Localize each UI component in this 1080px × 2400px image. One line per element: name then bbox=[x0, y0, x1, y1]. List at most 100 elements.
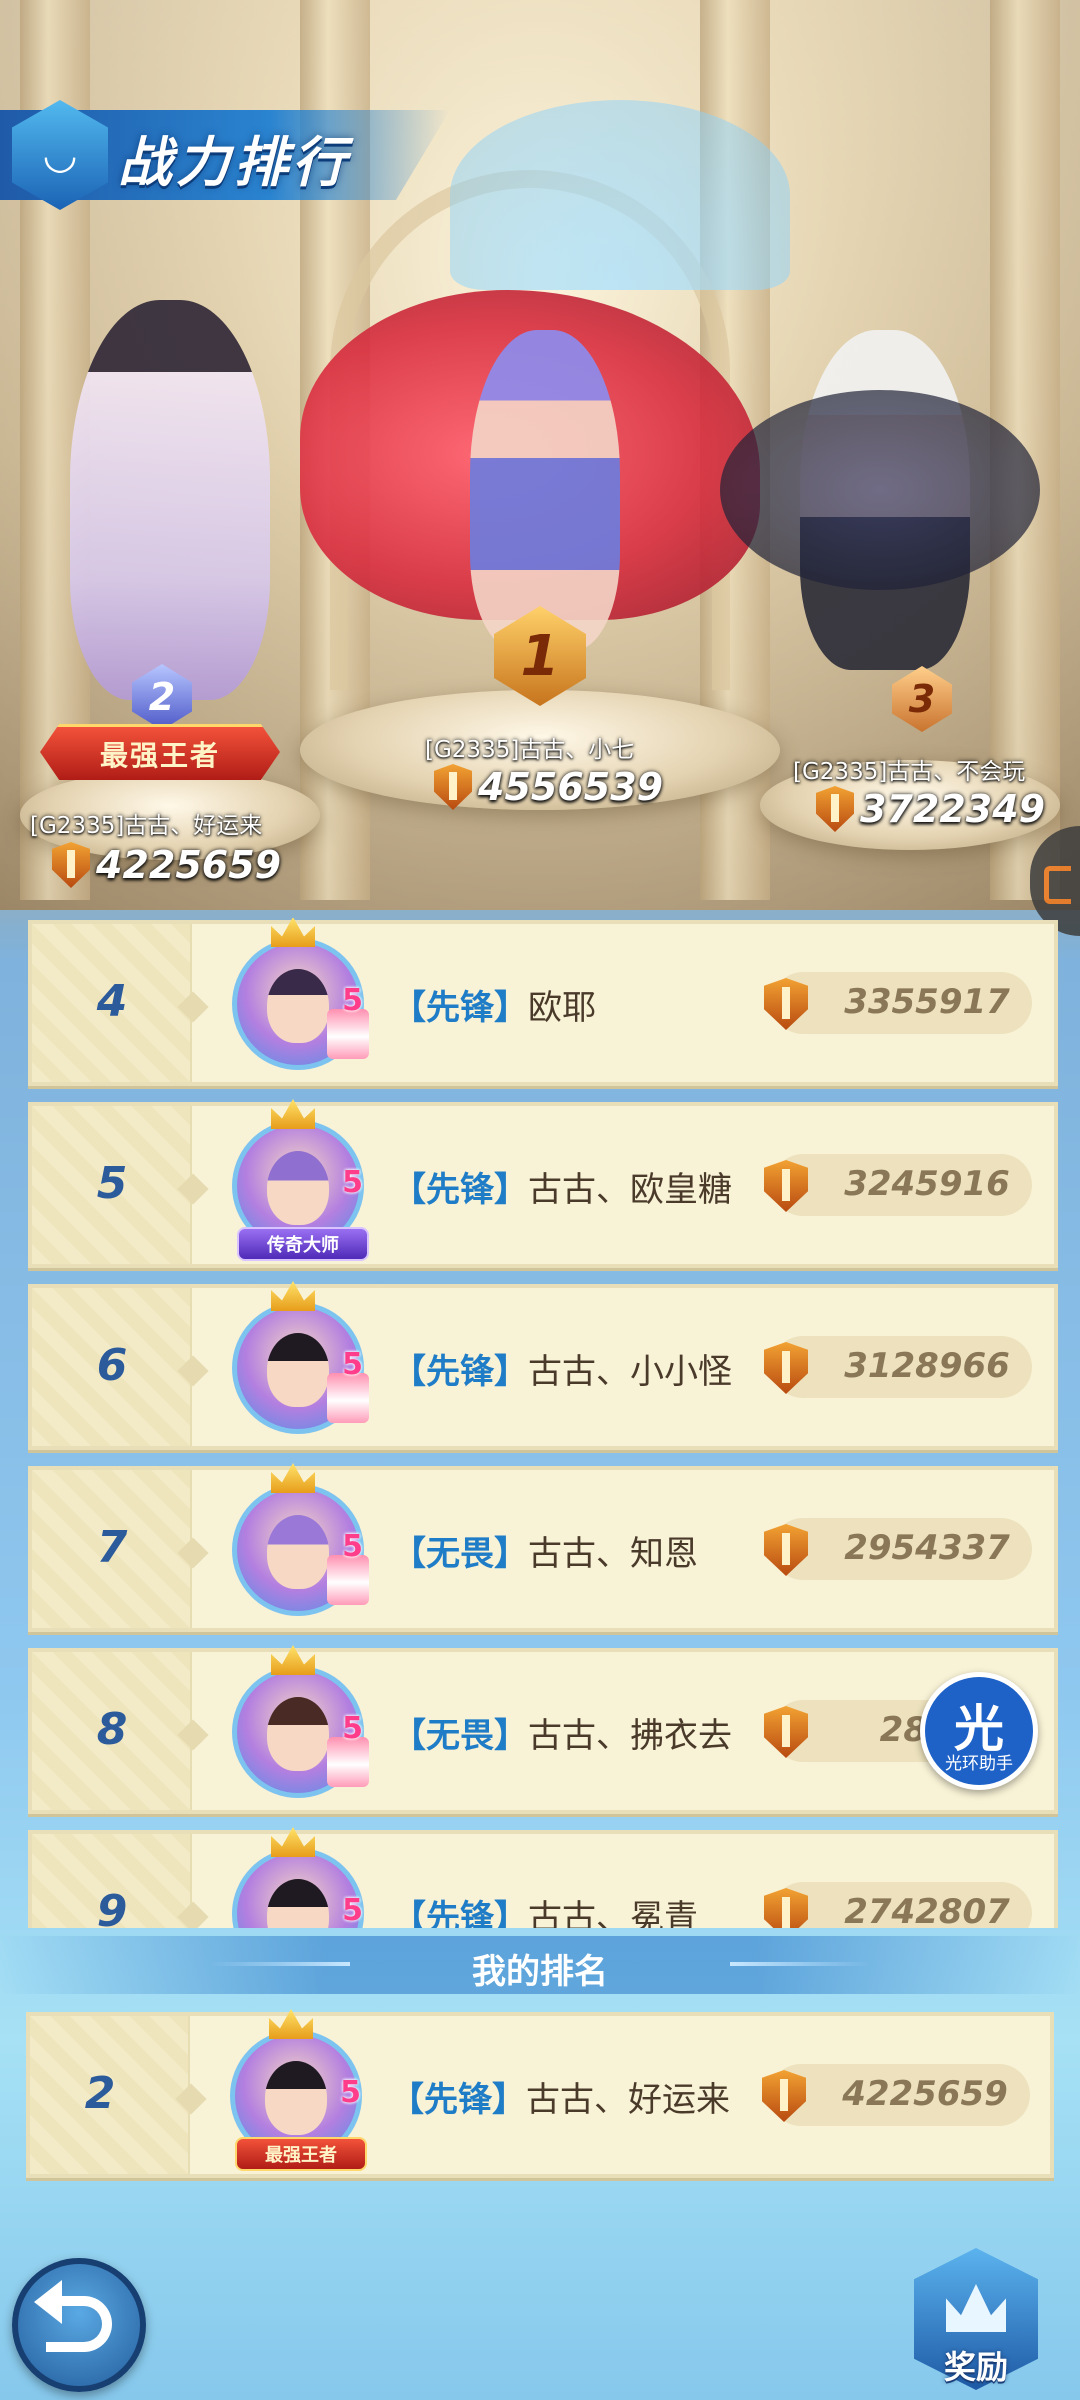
power-pill: 3355917 bbox=[764, 972, 1032, 1034]
power-shield-icon bbox=[764, 978, 808, 1030]
back-arrow-head-icon bbox=[34, 2280, 62, 2324]
level-badge: 5 bbox=[342, 983, 363, 1018]
faction-label: 【先锋】 bbox=[390, 2080, 526, 2120]
level-badge: 5 bbox=[342, 1165, 363, 1200]
player-name-text: 欧耶 bbox=[528, 988, 596, 1028]
crown-icon bbox=[269, 2009, 313, 2039]
avatar[interactable]: 5 bbox=[232, 1645, 369, 1798]
avatar-face bbox=[267, 1515, 329, 1589]
player-name-text: 古古、欧皇糖 bbox=[528, 1170, 732, 1210]
power-shield-icon bbox=[816, 786, 854, 832]
player-name: 【先锋】古古、好运来 bbox=[390, 2072, 730, 2121]
wings-decoration bbox=[720, 390, 1040, 590]
avatar[interactable]: 5 bbox=[232, 1463, 369, 1616]
strongest-king-badge: 最强王者 bbox=[235, 2137, 367, 2171]
rank-number: 2 bbox=[84, 2068, 116, 2119]
player-name: 【先锋】古古、冕青 bbox=[392, 1890, 698, 1928]
podium-rank-1-power: 4556539 bbox=[434, 764, 663, 810]
rank-number: 5 bbox=[96, 1158, 128, 1209]
table-row[interactable]: 7 5 【无畏】古古、知恩 2954337 bbox=[28, 1463, 1058, 1632]
avatar[interactable]: 5 bbox=[232, 1281, 369, 1434]
power-value: 3355917 bbox=[844, 982, 1010, 1022]
power-shield-icon bbox=[764, 1706, 808, 1758]
avatar[interactable]: 5 bbox=[232, 918, 369, 1070]
podium-rank-3-power-value: 3722349 bbox=[860, 787, 1046, 831]
table-row[interactable]: 5 5 传奇大师 【先锋】古古、欧皇糖 3245916 bbox=[28, 1099, 1058, 1268]
rank-number: 4 bbox=[96, 976, 128, 1027]
power-pill: 2954337 bbox=[764, 1518, 1032, 1580]
reward-label[interactable]: 奖励 bbox=[914, 2342, 1038, 2388]
avatar-face bbox=[267, 1151, 329, 1225]
my-rank-title: 我的排名 bbox=[472, 1952, 608, 1992]
power-pill: 3128966 bbox=[764, 1336, 1032, 1398]
power-value: 4225659 bbox=[842, 2074, 1008, 2114]
podium-rank-2-power-value: 4225659 bbox=[96, 843, 282, 887]
player-name: 【无畏】古古、拂衣去 bbox=[392, 1708, 732, 1757]
crown-icon bbox=[271, 1645, 315, 1675]
crown-icon bbox=[271, 1099, 315, 1129]
legend-master-badge: 传奇大师 bbox=[237, 1227, 369, 1261]
power-value: 3245916 bbox=[844, 1164, 1010, 1204]
my-rank-divider: 我的排名 bbox=[0, 1936, 1080, 1994]
avatar-face bbox=[267, 969, 329, 1043]
power-shield-icon bbox=[764, 1888, 808, 1928]
power-value: 3128966 bbox=[844, 1346, 1010, 1386]
player-name-text: 古古、小小怪 bbox=[528, 1352, 732, 1392]
level-badge: 5 bbox=[342, 1893, 363, 1928]
power-pill: 4225659 bbox=[762, 2064, 1030, 2126]
faction-label: 【先锋】 bbox=[392, 1898, 528, 1928]
page-title: 战力排行 bbox=[118, 131, 350, 194]
rank-list[interactable]: 4 5 【先锋】欧耶 3355917 5 5 传奇大师 【先锋】古古、欧皇糖 3… bbox=[28, 918, 1058, 1928]
halo-assistant-button[interactable]: 光 光环助手 bbox=[920, 1672, 1038, 1790]
crown-icon bbox=[271, 1827, 315, 1857]
podium-rank-2-power: 4225659 bbox=[52, 842, 281, 888]
faction-label: 【先锋】 bbox=[392, 988, 528, 1028]
avatar[interactable]: 5 传奇大师 bbox=[232, 1099, 369, 1261]
table-row[interactable]: 4 5 【先锋】欧耶 3355917 bbox=[28, 918, 1058, 1086]
power-shield-icon bbox=[434, 764, 472, 810]
power-pill: 3245916 bbox=[764, 1154, 1032, 1216]
crown-icon bbox=[271, 1281, 315, 1311]
crown-icon bbox=[271, 918, 315, 947]
player-name-text: 古古、好运来 bbox=[526, 2080, 730, 2120]
level-badge: 5 bbox=[342, 1347, 363, 1382]
avatar[interactable]: 5 bbox=[232, 1827, 364, 1928]
power-shield-icon bbox=[764, 1524, 808, 1576]
player-name: 【先锋】古古、小小怪 bbox=[392, 1344, 732, 1393]
podium-rank-2-name: [G2335]古古、好运来 bbox=[30, 813, 263, 839]
avatar-face bbox=[267, 1879, 329, 1928]
crown-icon bbox=[271, 1463, 315, 1493]
podium-rank-3-power: 3722349 bbox=[816, 786, 1045, 832]
player-name: 【无畏】古古、知恩 bbox=[392, 1526, 698, 1575]
player-name: 【先锋】古古、欧皇糖 bbox=[392, 1162, 732, 1211]
table-row[interactable]: 6 5 【先锋】古古、小小怪 3128966 bbox=[28, 1281, 1058, 1450]
power-value: 2954337 bbox=[844, 1528, 1010, 1568]
rank-number: 9 bbox=[96, 1886, 128, 1928]
player-name-text: 古古、冕青 bbox=[528, 1898, 698, 1928]
avatar-face bbox=[265, 2061, 327, 2135]
level-badge: 5 bbox=[340, 2075, 361, 2110]
umbrella-decoration bbox=[450, 100, 790, 290]
hero-figure-rank-2[interactable] bbox=[70, 300, 270, 700]
player-name: 【先锋】欧耶 bbox=[392, 980, 596, 1029]
faction-label: 【无畏】 bbox=[392, 1716, 528, 1756]
power-pill: 2742807 bbox=[764, 1882, 1032, 1928]
back-button[interactable] bbox=[12, 2258, 146, 2392]
power-shield-icon bbox=[52, 842, 90, 888]
power-value: 2742807 bbox=[844, 1892, 1010, 1928]
player-name-text: 古古、拂衣去 bbox=[528, 1716, 732, 1756]
podium-rank-1-power-value: 4556539 bbox=[478, 765, 664, 809]
my-rank-row[interactable]: 2 5 最强王者 【先锋】古古、好运来 4225659 bbox=[26, 2009, 1054, 2178]
faction-label: 【先锋】 bbox=[392, 1352, 528, 1392]
player-name-text: 古古、知恩 bbox=[528, 1534, 698, 1574]
podium-rank-3-name: [G2335]古古、不会玩 bbox=[793, 759, 1026, 785]
faction-label: 【先锋】 bbox=[392, 1170, 528, 1210]
avatar-face bbox=[267, 1333, 329, 1407]
table-row[interactable]: 8 5 【无畏】古古、拂衣去 2819 bbox=[28, 1645, 1058, 1814]
rank-number: 8 bbox=[96, 1704, 128, 1755]
table-row[interactable]: 9 5 【先锋】古古、冕青 2742807 bbox=[28, 1827, 1058, 1928]
power-shield-icon bbox=[764, 1342, 808, 1394]
crown-icon bbox=[946, 2284, 1006, 2332]
avatar[interactable]: 5 最强王者 bbox=[230, 2009, 367, 2171]
faction-label: 【无畏】 bbox=[392, 1534, 528, 1574]
